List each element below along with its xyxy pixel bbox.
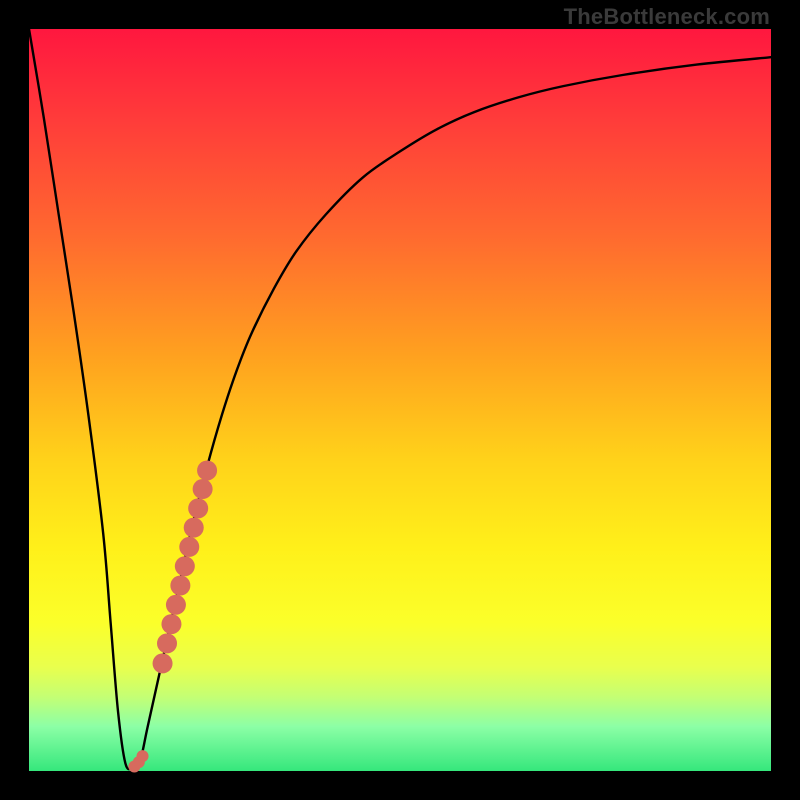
plot-area xyxy=(29,29,771,771)
marker-point xyxy=(193,479,213,499)
marker-point xyxy=(197,460,217,480)
chart-svg xyxy=(29,29,771,771)
marker-point xyxy=(179,537,199,557)
curve-markers xyxy=(128,460,217,772)
marker-point xyxy=(153,653,173,673)
marker-point xyxy=(157,633,177,653)
marker-point xyxy=(166,595,186,615)
marker-point xyxy=(161,614,181,634)
watermark-text: TheBottleneck.com xyxy=(564,4,770,30)
curve-line xyxy=(29,29,771,769)
marker-point xyxy=(188,498,208,518)
marker-point xyxy=(184,518,204,538)
chart-frame: TheBottleneck.com xyxy=(0,0,800,800)
marker-point xyxy=(175,556,195,576)
marker-point xyxy=(137,750,149,762)
marker-point xyxy=(170,576,190,596)
